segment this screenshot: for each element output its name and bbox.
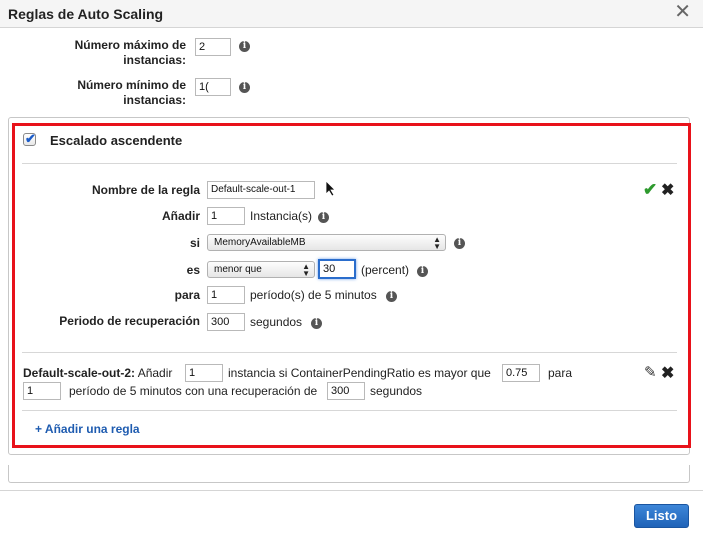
metric-select-value: MemoryAvailableMB xyxy=(214,237,306,248)
select-arrows-icon: ▲ ▼ xyxy=(433,235,441,251)
add-label: Añadir xyxy=(161,209,200,223)
for-label: para xyxy=(174,288,200,302)
existing-rule-period-input[interactable]: 1 xyxy=(23,382,61,400)
scale-down-panel xyxy=(8,465,690,483)
info-icon[interactable]: i xyxy=(239,41,250,52)
operator-select-value: menor que xyxy=(214,264,262,275)
divider xyxy=(22,410,677,411)
info-icon[interactable]: i xyxy=(311,318,322,329)
max-instances-input[interactable]: 2 xyxy=(195,38,231,56)
cooldown-label: Periodo de recuperación xyxy=(59,314,200,328)
info-icon[interactable]: i xyxy=(386,291,397,302)
dialog-title: Reglas de Auto Scaling xyxy=(8,6,164,22)
min-instances-input[interactable]: 1( xyxy=(195,78,231,96)
pencil-icon[interactable]: ✎ xyxy=(644,363,657,381)
existing-rule-name: Default-scale-out-2: xyxy=(23,366,136,380)
checkmark-icon: ✔ xyxy=(25,131,36,146)
existing-rule-cooldown-label: con una recuperación de xyxy=(185,384,318,398)
auto-scaling-dialog: Reglas de Auto Scaling ✕ Número máximo d… xyxy=(0,0,703,536)
max-instances-label: Número máximo de instancias: xyxy=(74,38,186,67)
threshold-unit-label: (percent) xyxy=(361,263,410,277)
add-unit-label: Instancia(s) xyxy=(250,209,313,223)
cooldown-input[interactable]: 300 xyxy=(207,313,245,331)
existing-rule-for-text: para xyxy=(548,366,573,380)
divider xyxy=(22,163,677,164)
scale-up-checkbox[interactable]: ✔ xyxy=(23,131,36,146)
rule-name-input[interactable]: Default-scale-out-1 xyxy=(207,181,315,199)
rule-name-label: Nombre de la regla xyxy=(91,183,200,197)
dialog-titlebar: Reglas de Auto Scaling ✕ xyxy=(0,0,703,28)
existing-rule-period-text: período de 5 minutos con una recuperació… xyxy=(69,384,317,399)
cooldown-unit-label: segundos xyxy=(250,315,303,329)
existing-rule-cooldown-input[interactable]: 300 xyxy=(327,382,365,400)
check-icon[interactable]: ✔ xyxy=(643,180,657,200)
existing-rule-seconds-text: segundos xyxy=(370,384,423,398)
existing-rule-line-1: Default-scale-out-2: Añadir xyxy=(23,366,172,381)
mouse-cursor-icon xyxy=(325,180,336,197)
add-count-input[interactable]: 1 xyxy=(207,207,245,225)
info-icon[interactable]: i xyxy=(318,212,329,223)
threshold-input[interactable]: 30 xyxy=(318,259,356,279)
info-icon[interactable]: i xyxy=(239,82,250,93)
done-button[interactable]: Listo xyxy=(634,504,689,528)
close-icon[interactable]: ✖ xyxy=(661,180,674,200)
add-rule-link[interactable]: + Añadir una regla xyxy=(35,422,140,436)
info-icon[interactable]: i xyxy=(417,266,428,277)
divider xyxy=(22,352,677,353)
if-label: si xyxy=(189,236,200,250)
period-unit-label: período(s) de 5 minutos xyxy=(250,288,377,302)
existing-rule-period-label: período de 5 minutos xyxy=(69,384,182,398)
period-count-input[interactable]: 1 xyxy=(207,286,245,304)
existing-rule-condition-text: instancia si ContainerPendingRatio es ma… xyxy=(228,366,491,380)
select-arrows-icon: ▲ ▼ xyxy=(302,262,310,278)
existing-rule-add-input[interactable]: 1 xyxy=(185,364,223,382)
metric-select[interactable]: MemoryAvailableMB ▲ ▼ xyxy=(207,234,446,251)
existing-rule-add-text: Añadir xyxy=(137,366,173,380)
operator-select[interactable]: menor que ▲ ▼ xyxy=(207,261,315,278)
close-icon[interactable]: ✖ xyxy=(661,363,674,383)
min-instances-label: Número mínimo de instancias: xyxy=(77,78,186,107)
scale-up-label: Escalado ascendente xyxy=(50,133,183,148)
existing-rule-threshold-input[interactable]: 0.75 xyxy=(502,364,540,382)
is-label: es xyxy=(186,263,200,277)
info-icon[interactable]: i xyxy=(454,238,465,249)
close-icon[interactable]: ✕ xyxy=(674,1,691,23)
footer-divider xyxy=(0,490,703,491)
